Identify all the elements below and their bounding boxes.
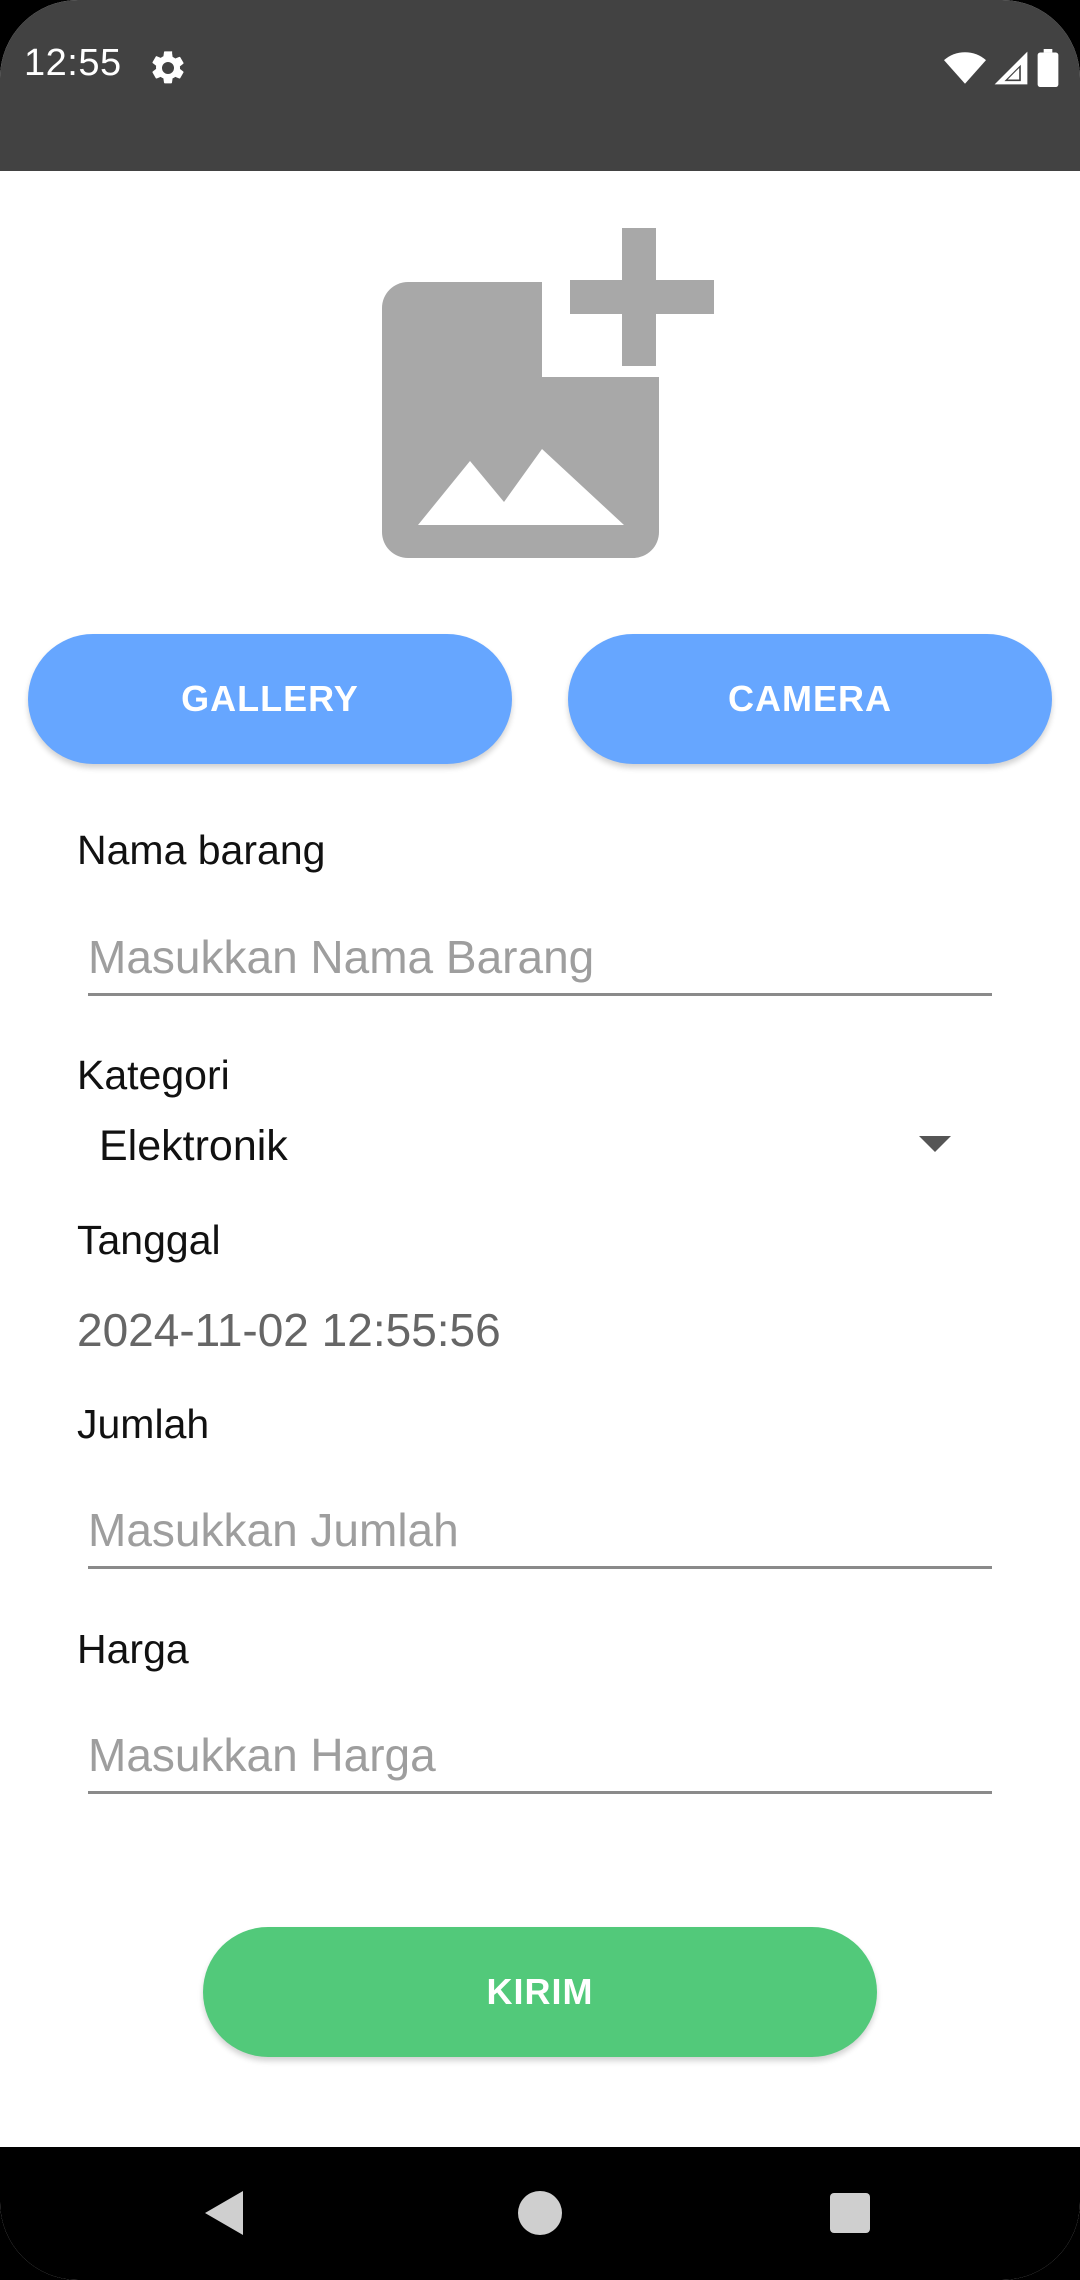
add-photo-icon[interactable] xyxy=(382,228,714,558)
dropdown-arrow-icon xyxy=(919,1136,951,1152)
harga-input[interactable]: Masukkan Harga xyxy=(88,1719,992,1794)
recents-icon[interactable] xyxy=(830,2193,870,2233)
tanggal-value: 2024-11-02 12:55:56 xyxy=(77,1304,501,1356)
kategori-label: Kategori xyxy=(77,1052,230,1098)
form-screen: GALLERY CAMERA Nama barang Masukkan Nama… xyxy=(0,171,1080,2147)
status-time: 12:55 xyxy=(24,42,122,84)
navigation-bar xyxy=(0,2147,1080,2280)
status-bar: 12:55 xyxy=(0,0,1080,171)
signal-icon xyxy=(994,51,1028,85)
gallery-button[interactable]: GALLERY xyxy=(28,634,512,764)
battery-icon xyxy=(1037,49,1059,87)
kategori-selected-value: Elektronik xyxy=(99,1121,288,1170)
tanggal-label: Tanggal xyxy=(77,1217,221,1263)
harga-label: Harga xyxy=(77,1626,189,1672)
nama-barang-input[interactable]: Masukkan Nama Barang xyxy=(88,921,992,996)
home-icon[interactable] xyxy=(518,2191,562,2235)
status-icons xyxy=(944,48,1060,88)
wifi-icon xyxy=(944,52,986,84)
gear-icon xyxy=(152,51,184,84)
jumlah-input[interactable]: Masukkan Jumlah xyxy=(88,1494,992,1569)
camera-button[interactable]: CAMERA xyxy=(568,634,1052,764)
back-icon[interactable] xyxy=(205,2191,243,2235)
jumlah-label: Jumlah xyxy=(77,1401,210,1447)
kirim-button[interactable]: KIRIM xyxy=(203,1927,877,2057)
kategori-dropdown[interactable]: Elektronik xyxy=(77,1106,977,1186)
nama-barang-label: Nama barang xyxy=(77,827,326,873)
device-screen: 12:55 GALLERY CAMERA Nama barang Masukka… xyxy=(0,0,1080,2280)
